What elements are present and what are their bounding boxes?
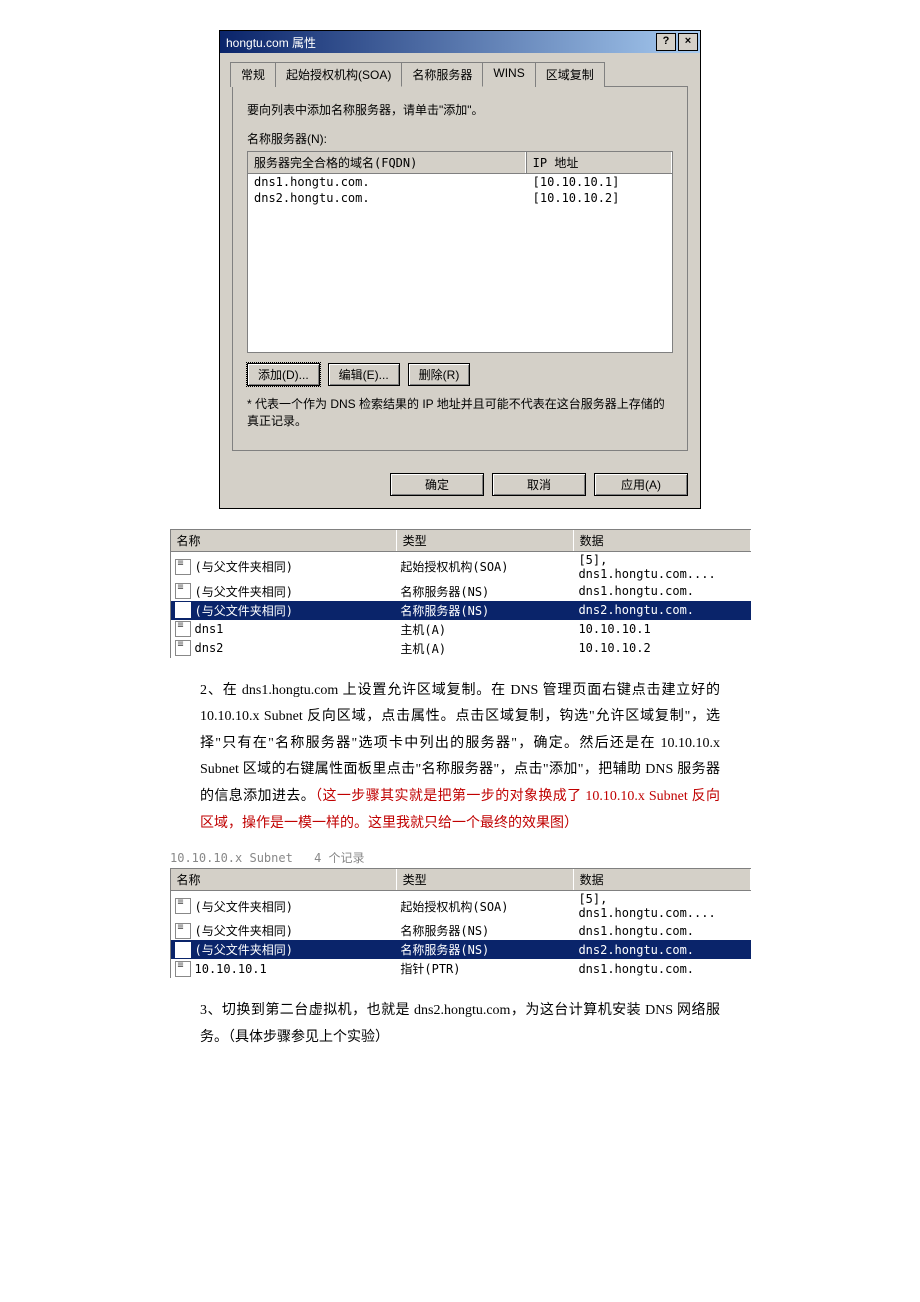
add-button[interactable]: 添加(D)...: [247, 363, 320, 386]
table-row[interactable]: (与父文件夹相同) 起始授权机构(SOA)[5], dns1.hongtu.com…: [171, 552, 751, 582]
record-name: (与父文件夹相同): [195, 898, 293, 915]
ns-row[interactable]: dns2.hongtu.com. [10.10.10.2]: [248, 190, 672, 206]
dialog-footer: 确定 取消 应用(A): [220, 463, 700, 508]
table-row[interactable]: dns2 主机(A)10.10.10.2: [171, 639, 751, 658]
ns-ip: [10.10.10.2]: [527, 190, 672, 206]
record-name: dns2: [195, 641, 224, 655]
tab-wins[interactable]: WINS: [482, 62, 535, 87]
table-row[interactable]: (与父文件夹相同) 名称服务器(NS)dns2.hongtu.com.: [171, 601, 751, 620]
record-data: dns2.hongtu.com.: [572, 942, 750, 958]
table-row[interactable]: (与父文件夹相同) 名称服务器(NS)dns1.hongtu.com.: [171, 582, 751, 601]
col-data: 数据: [574, 530, 751, 551]
table-row[interactable]: 10.10.10.1 指针(PTR)dns1.hongtu.com.: [171, 959, 751, 978]
record-name: (与父文件夹相同): [195, 941, 293, 958]
properties-dialog: hongtu.com 属性 ? × 常规 起始授权机构(SOA) 名称服务器 W…: [219, 30, 701, 509]
col-fqdn: 服务器完全合格的域名(FQDN): [248, 152, 526, 173]
col-name: 名称: [171, 530, 397, 551]
records-pane-2-title: 10.10.10.x Subnet 4 个记录: [166, 847, 754, 868]
records-pane-2: 名称 类型 数据 (与父文件夹相同) 起始授权机构(SOA)[5], dns1.h…: [170, 868, 751, 978]
paragraph-step-3: 3、切换到第二台虚拟机，也就是 dns2.hongtu.com，为这台计算机安装…: [200, 998, 720, 1051]
ok-button[interactable]: 确定: [390, 473, 484, 496]
record-icon: [175, 602, 191, 618]
table-row[interactable]: (与父文件夹相同) 名称服务器(NS)dns1.hongtu.com.: [171, 921, 751, 940]
records-pane-1: 名称 类型 数据 (与父文件夹相同) 起始授权机构(SOA)[5], dns1.h…: [170, 529, 751, 658]
record-type: 起始授权机构(SOA): [394, 897, 572, 916]
ns-fqdn: dns2.hongtu.com.: [248, 190, 527, 206]
window-title: hongtu.com 属性: [226, 34, 316, 51]
record-type: 主机(A): [394, 639, 572, 658]
records-header: 名称 类型 数据: [171, 868, 751, 891]
cancel-button[interactable]: 取消: [492, 473, 586, 496]
record-data: dns1.hongtu.com.: [572, 923, 750, 939]
record-icon: [175, 961, 191, 977]
ns-fqdn: dns1.hongtu.com.: [248, 174, 527, 190]
ns-list-label: 名称服务器(N):: [247, 130, 673, 147]
record-name: (与父文件夹相同): [195, 558, 293, 575]
col-ip: IP 地址: [526, 152, 672, 173]
tab-soa[interactable]: 起始授权机构(SOA): [275, 62, 402, 87]
record-data: dns2.hongtu.com.: [572, 602, 750, 618]
record-type: 名称服务器(NS): [394, 940, 572, 959]
titlebar-icons: ? ×: [656, 33, 698, 51]
tab-general[interactable]: 常规: [230, 62, 276, 87]
record-icon: [175, 942, 191, 958]
record-name: dns1: [195, 622, 224, 636]
edit-button[interactable]: 编辑(E)...: [328, 363, 400, 386]
titlebar: hongtu.com 属性 ? ×: [220, 31, 700, 53]
record-icon: [175, 923, 191, 939]
zone-name: 10.10.10.x Subnet: [170, 851, 293, 865]
record-icon: [175, 898, 191, 914]
para1-text: 2、在 dns1.hongtu.com 上设置允许区域复制。在 DNS 管理页面…: [200, 683, 720, 804]
table-row[interactable]: (与父文件夹相同) 起始授权机构(SOA)[5], dns1.hongtu.com…: [171, 891, 751, 921]
record-icon: [175, 640, 191, 656]
record-name: 10.10.10.1: [195, 962, 267, 976]
record-data: [5], dns1.hongtu.com....: [572, 891, 750, 921]
tab-zone-transfer[interactable]: 区域复制: [535, 62, 605, 87]
tab-content: 要向列表中添加名称服务器，请单击"添加"。 名称服务器(N): 服务器完全合格的…: [232, 86, 688, 451]
tabs: 常规 起始授权机构(SOA) 名称服务器 WINS 区域复制: [230, 61, 688, 86]
record-data: 10.10.10.1: [572, 621, 750, 637]
record-name: (与父文件夹相同): [195, 922, 293, 939]
ns-list-header: 服务器完全合格的域名(FQDN) IP 地址: [248, 152, 672, 174]
footnote: * 代表一个作为 DNS 检索结果的 IP 地址并且可能不代表在这台服务器上存储…: [247, 396, 673, 430]
record-type: 指针(PTR): [394, 959, 572, 978]
remove-button[interactable]: 删除(R): [408, 363, 471, 386]
col-type: 类型: [397, 869, 574, 890]
records-header: 名称 类型 数据: [171, 529, 751, 552]
record-name: (与父文件夹相同): [195, 602, 293, 619]
record-type: 主机(A): [394, 620, 572, 639]
record-icon: [175, 559, 191, 575]
tab-name-servers[interactable]: 名称服务器: [401, 62, 483, 87]
col-data: 数据: [574, 869, 751, 890]
record-type: 名称服务器(NS): [394, 921, 572, 940]
table-row[interactable]: (与父文件夹相同) 名称服务器(NS)dns2.hongtu.com.: [171, 940, 751, 959]
apply-button[interactable]: 应用(A): [594, 473, 688, 496]
record-data: dns1.hongtu.com.: [572, 583, 750, 599]
name-server-list[interactable]: 服务器完全合格的域名(FQDN) IP 地址 dns1.hongtu.com. …: [247, 151, 673, 353]
record-icon: [175, 621, 191, 637]
instruction-text: 要向列表中添加名称服务器，请单击"添加"。: [247, 101, 673, 118]
record-type: 起始授权机构(SOA): [394, 557, 572, 576]
close-icon[interactable]: ×: [678, 33, 698, 51]
col-name: 名称: [171, 869, 397, 890]
help-icon[interactable]: ?: [656, 33, 676, 51]
record-data: [5], dns1.hongtu.com....: [572, 552, 750, 582]
record-type: 名称服务器(NS): [394, 601, 572, 620]
record-name: (与父文件夹相同): [195, 583, 293, 600]
paragraph-step-2: 2、在 dns1.hongtu.com 上设置允许区域复制。在 DNS 管理页面…: [200, 678, 720, 838]
record-data: dns1.hongtu.com.: [572, 961, 750, 977]
ns-ip: [10.10.10.1]: [527, 174, 672, 190]
record-type: 名称服务器(NS): [394, 582, 572, 601]
ns-row[interactable]: dns1.hongtu.com. [10.10.10.1]: [248, 174, 672, 190]
record-data: 10.10.10.2: [572, 640, 750, 656]
table-row[interactable]: dns1 主机(A)10.10.10.1: [171, 620, 751, 639]
record-icon: [175, 583, 191, 599]
record-count: 4 个记录: [314, 851, 364, 865]
col-type: 类型: [397, 530, 574, 551]
